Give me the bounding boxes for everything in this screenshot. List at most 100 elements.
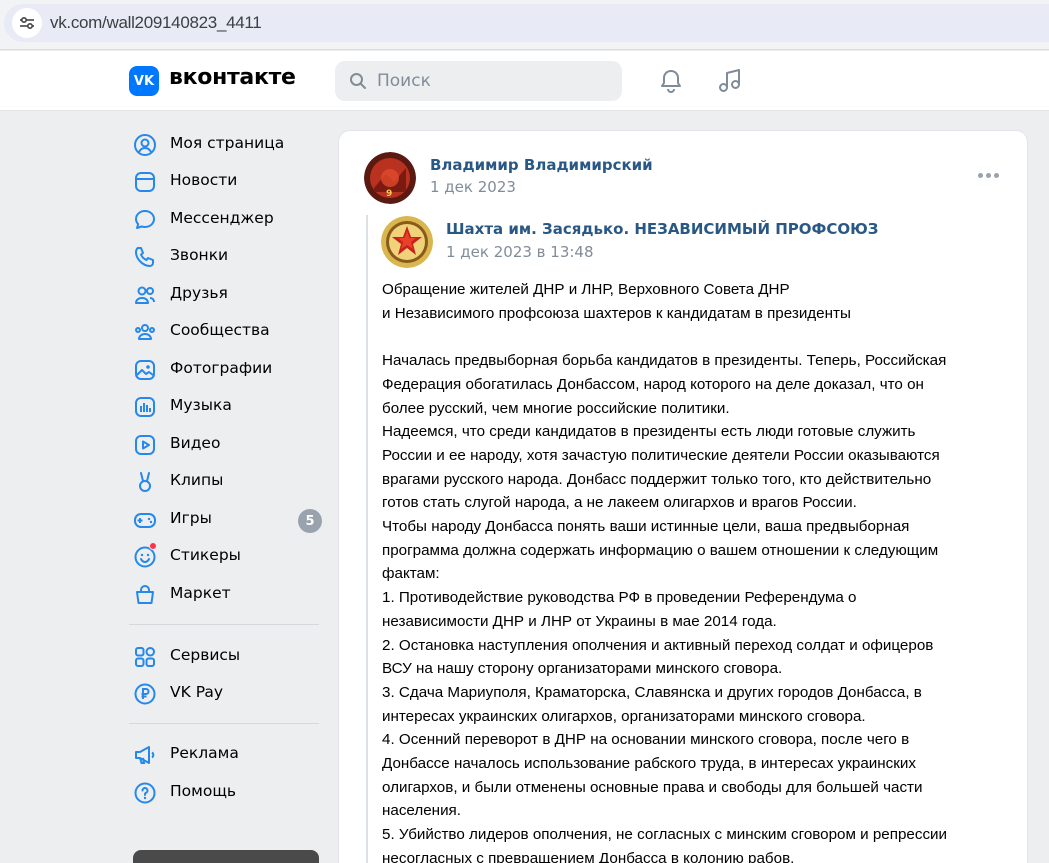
music-icon[interactable]: [716, 67, 744, 95]
site-settings-icon[interactable]: [12, 8, 42, 38]
search-box[interactable]: [335, 61, 622, 101]
sidebar-divider: [129, 624, 319, 625]
post-text-line: несогласных с превращением Донбасса в ко…: [382, 849, 795, 863]
post-text-line: 1. Противодействие руководства РФ в пров…: [382, 589, 857, 607]
sidebar-item-messenger[interactable]: Мессенджер: [129, 201, 329, 237]
post-text-line: врагами русского народа. Донбасс поддерж…: [382, 470, 932, 488]
sidebar-item-clips[interactable]: Клипы: [129, 463, 329, 499]
sidebar-item-label: Маркет: [170, 584, 231, 602]
svg-text:9: 9: [386, 189, 392, 199]
vk-header: VK вконтакте: [0, 51, 1049, 111]
sidebar-item-label: Мессенджер: [170, 209, 274, 227]
post-text-line: Донбассе началось использование рабского…: [382, 755, 916, 773]
user-circle-icon: [133, 133, 157, 157]
post-text-blank-line: [382, 325, 1012, 349]
sidebar-item-market[interactable]: Маркет: [129, 576, 329, 612]
bell-icon[interactable]: [657, 67, 685, 95]
post-text-line: интересах украинских олигархов, организа…: [382, 707, 866, 725]
browser-address-bar: vk.com/wall209140823_4411: [0, 0, 1049, 50]
sidebar-item-my-page[interactable]: Моя страница: [129, 126, 329, 162]
help-icon: [133, 781, 157, 805]
services-grid-icon: [133, 645, 157, 669]
sidebar-item-ads[interactable]: Реклама: [129, 736, 329, 772]
wall-post: 9 Владимир Владимирский 1 дек 2023 Шахта…: [338, 130, 1028, 863]
promo-thumbnail[interactable]: [133, 850, 319, 863]
post-text-line: Федерация обогатилась Донбассом, народ к…: [382, 375, 924, 393]
sidebar-item-help[interactable]: Помощь: [129, 774, 329, 810]
sidebar-item-label: VK Pay: [170, 683, 224, 701]
post-text-line: программа должна содержать информацию о …: [382, 541, 939, 559]
vk-logo[interactable]: VK: [129, 66, 159, 96]
sidebar-item-label: Звонки: [170, 246, 229, 264]
post-text-line: независимости ДНР и ЛНР от Украины в мае…: [382, 612, 777, 630]
sidebar-item-label: Стикеры: [170, 546, 241, 564]
repost-author-name[interactable]: Шахта им. Засядько. НЕЗАВИСИМЫЙ ПРОФСОЮЗ: [446, 220, 878, 238]
post-text-line: Чтобы народу Донбасса понять ваши истинн…: [382, 518, 910, 536]
post-text-line: населения.: [382, 802, 461, 820]
sidebar-item-label: Музыка: [170, 396, 232, 414]
sidebar-item-services[interactable]: Сервисы: [129, 638, 329, 674]
sidebar-item-news[interactable]: Новости: [129, 163, 329, 199]
search-icon: [349, 72, 367, 94]
post-text-line: 4. Осенний переворот в ДНР на основании …: [382, 731, 910, 749]
sidebar-item-label: Клипы: [170, 471, 224, 489]
sidebar-item-label: Реклама: [170, 744, 239, 762]
clips-icon: [133, 470, 157, 494]
sidebar-item-video[interactable]: Видео: [129, 426, 329, 462]
sidebar-item-friends[interactable]: Друзья: [129, 276, 329, 312]
post-text-line: фактам:: [382, 565, 440, 583]
friends-icon: [133, 283, 157, 307]
post-text-line: ВСУ на нашу сторону организаторами минск…: [382, 660, 783, 678]
video-icon: [133, 433, 157, 457]
sidebar-item-label: Сообщества: [170, 321, 270, 339]
sidebar-item-music[interactable]: Музыка: [129, 388, 329, 424]
sidebar-item-stickers[interactable]: Стикеры: [129, 538, 329, 574]
repost-author-avatar[interactable]: [381, 216, 433, 268]
url-text[interactable]: vk.com/wall209140823_4411: [50, 13, 262, 33]
sidebar-item-label: Помощь: [170, 782, 237, 800]
post-text-line: 3. Сдача Мариуполя, Краматорска, Славянс…: [382, 683, 922, 701]
sidebar-item-label: Новости: [170, 171, 238, 189]
sidebar-item-label: Моя страница: [170, 134, 285, 152]
sidebar-item-communities[interactable]: Сообщества: [129, 313, 329, 349]
message-bubble-icon: [133, 208, 157, 232]
communities-icon: [133, 320, 157, 344]
ruble-icon: [133, 682, 157, 706]
post-text-line: 5. Убийство лидеров ополчения, не соглас…: [382, 826, 948, 844]
url-pill[interactable]: vk.com/wall209140823_4411: [4, 4, 1049, 42]
post-text-line: олигархов, и были отменены основные прав…: [382, 778, 923, 796]
post-text-line: 2. Остановка наступления ополчения и акт…: [382, 636, 934, 654]
sidebar-item-label: Друзья: [170, 284, 228, 302]
games-count-badge: 5: [298, 509, 322, 533]
sidebar-item-calls[interactable]: Звонки: [129, 238, 329, 274]
post-text-line: Надеемся, что среди кандидатов в президе…: [382, 423, 916, 441]
sidebar-item-photos[interactable]: Фотографии: [129, 351, 329, 387]
post-author-name[interactable]: Владимир Владимирский: [430, 156, 653, 174]
phone-icon: [133, 245, 157, 269]
repost-date[interactable]: 1 дек 2023 в 13:48: [446, 243, 594, 261]
more-options-icon[interactable]: [975, 169, 1001, 181]
search-input[interactable]: [377, 61, 617, 101]
author-avatar[interactable]: 9: [364, 152, 416, 204]
post-text-line: и Независимого профсоюза шахтеров к канд…: [382, 304, 851, 322]
photo-icon: [133, 358, 157, 382]
gamepad-icon: [133, 508, 157, 532]
sidebar-divider: [129, 723, 319, 724]
vk-wordmark[interactable]: вконтакте: [169, 65, 296, 90]
post-date[interactable]: 1 дек 2023: [430, 178, 516, 196]
post-text-line: Началась предвыборная борьба кандидатов …: [382, 352, 947, 370]
sidebar-item-label: Фотографии: [170, 359, 273, 377]
sidebar-item-vk-pay[interactable]: VK Pay: [129, 675, 329, 711]
megaphone-icon: [133, 743, 157, 767]
sidebar-item-label: Видео: [170, 434, 221, 452]
market-bag-icon: [133, 583, 157, 607]
post-text: Обращение жителей ДНР и ЛНР, Верховного …: [382, 278, 1012, 863]
post-text-line: готов стать слугой народа, а не лакеем о…: [382, 494, 857, 512]
music-icon: [133, 395, 157, 419]
post-text-line: Обращение жителей ДНР и ЛНР, Верховного …: [382, 281, 790, 298]
repost-indent-line: [366, 215, 368, 863]
sidebar-item-label: Сервисы: [170, 646, 241, 664]
notification-dot: [149, 542, 157, 550]
post-text-line: более русский, чем многие российские пол…: [382, 399, 730, 417]
sidebar-item-games[interactable]: Игры 5: [129, 501, 329, 537]
